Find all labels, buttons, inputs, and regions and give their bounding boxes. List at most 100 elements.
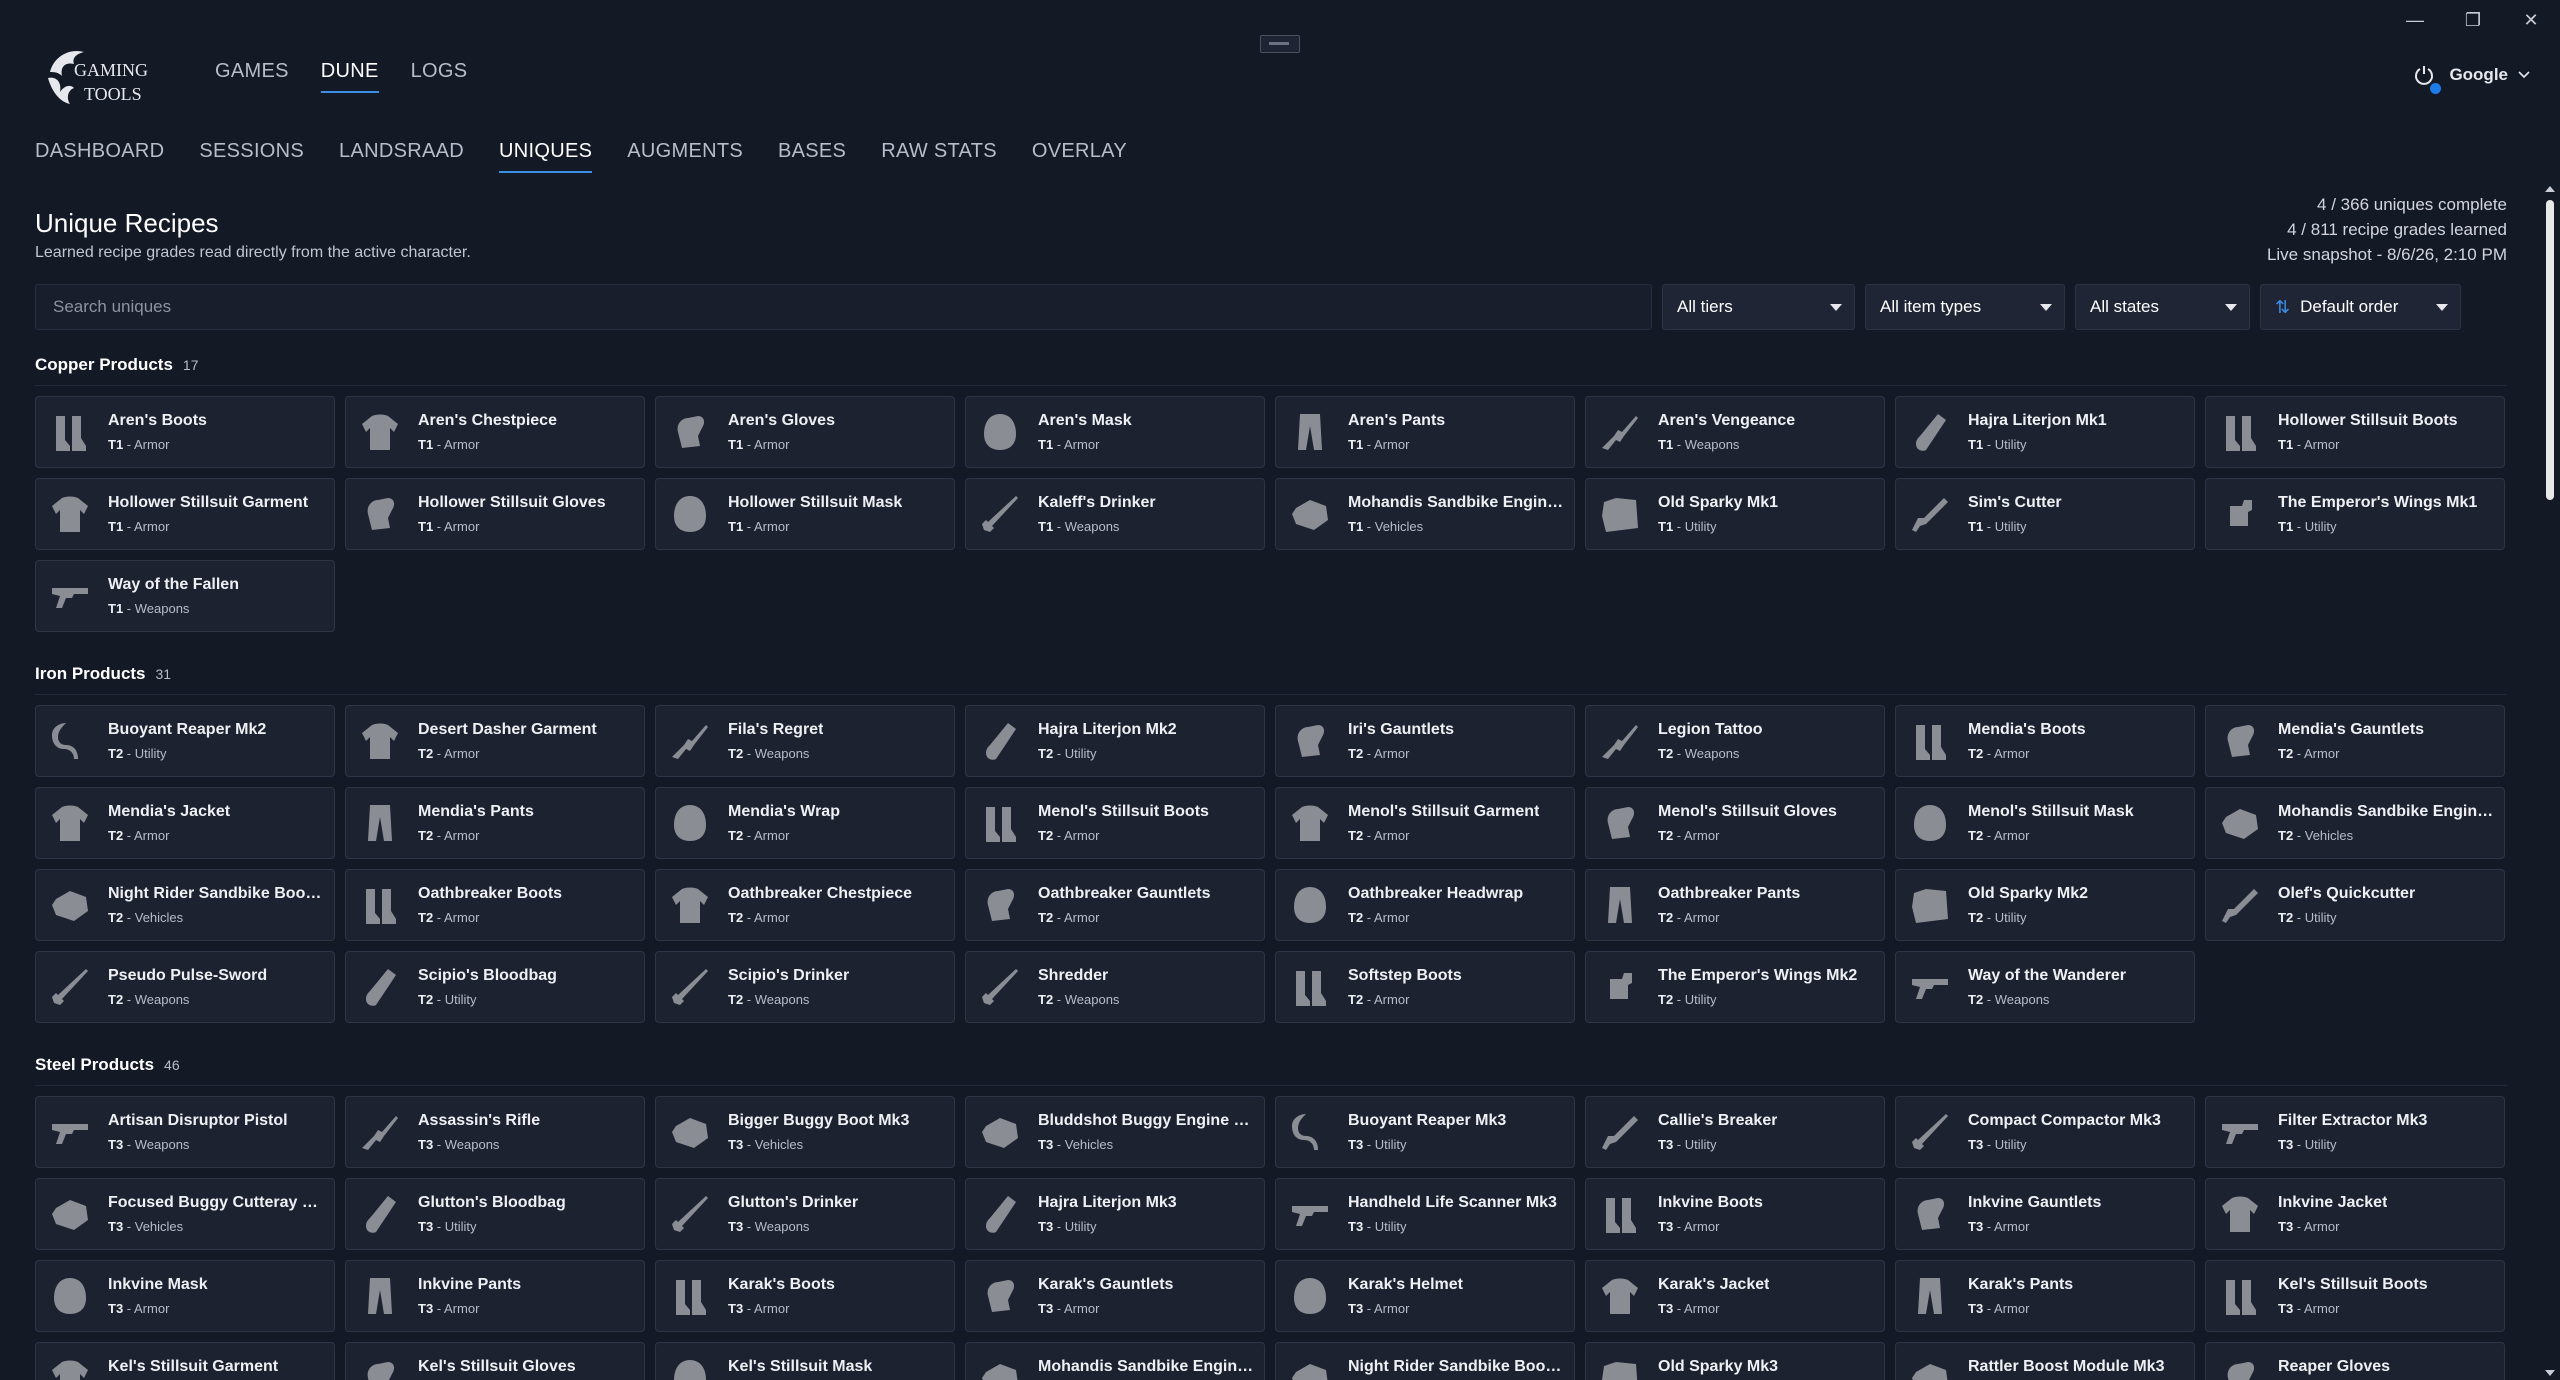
recipe-card[interactable]: Hajra Literjon Mk2 T2 - Utility (965, 705, 1265, 777)
recipe-card[interactable]: Reaper GlovesT3 - Armor (2205, 1342, 2505, 1380)
tab-bases[interactable]: BASES (778, 140, 846, 173)
recipe-card[interactable]: Inkvine Pants T3 - Armor (345, 1260, 645, 1332)
recipe-card[interactable]: Fila's Regret T2 - Weapons (655, 705, 955, 777)
recipe-card[interactable]: Oathbreaker Chestpiece T2 - Armor (655, 869, 955, 941)
item-type-select[interactable]: All item types (1865, 284, 2065, 330)
recipe-card[interactable]: Old Sparky Mk3T3 - Utility (1585, 1342, 1885, 1380)
drag-handle-icon[interactable] (1260, 35, 1300, 53)
recipe-card[interactable]: Aren's Pants T1 - Armor (1275, 396, 1575, 468)
recipe-card[interactable]: Way of the Fallen T1 - Weapons (35, 560, 335, 632)
recipe-card[interactable]: Oathbreaker Gauntlets T2 - Armor (965, 869, 1265, 941)
recipe-card[interactable]: Mendia's Wrap T2 - Armor (655, 787, 955, 859)
minimize-button[interactable]: — (2386, 0, 2444, 40)
recipe-card[interactable]: Menol's Stillsuit Gloves T2 - Armor (1585, 787, 1885, 859)
recipe-card[interactable]: Iri's Gauntlets T2 - Armor (1275, 705, 1575, 777)
recipe-card[interactable]: Menol's Stillsuit Garment T2 - Armor (1275, 787, 1575, 859)
recipe-card[interactable]: Handheld Life Scanner Mk3 T3 - Utility (1275, 1178, 1575, 1250)
recipe-card[interactable]: Menol's Stillsuit Boots T2 - Armor (965, 787, 1265, 859)
recipe-card[interactable]: Mohandis Sandbike Engine ... T2 - Vehicle… (2205, 787, 2505, 859)
scrollbar-thumb[interactable] (2546, 200, 2554, 500)
recipe-card[interactable]: Shredder T2 - Weapons (965, 951, 1265, 1023)
recipe-card[interactable]: Glutton's Bloodbag T3 - Utility (345, 1178, 645, 1250)
restore-button[interactable]: ❐ (2444, 0, 2502, 40)
scroll-down-icon[interactable] (2545, 1370, 2555, 1376)
recipe-card[interactable]: Night Rider Sandbike Boost...T3 - Vehicl… (1275, 1342, 1575, 1380)
recipe-card[interactable]: Hollower Stillsuit Garment T1 - Armor (35, 478, 335, 550)
recipe-card[interactable]: Olef's Quickcutter T2 - Utility (2205, 869, 2505, 941)
recipe-card[interactable]: Mendia's Pants T2 - Armor (345, 787, 645, 859)
recipe-card[interactable]: Karak's Pants T3 - Armor (1895, 1260, 2195, 1332)
state-select[interactable]: All states (2075, 284, 2250, 330)
recipe-card[interactable]: Rattler Boost Module Mk3T3 - Vehicles (1895, 1342, 2195, 1380)
tab-augments[interactable]: AUGMENTS (627, 140, 743, 173)
recipe-card[interactable]: Buoyant Reaper Mk2 T2 - Utility (35, 705, 335, 777)
recipe-card[interactable]: Assassin's Rifle T3 - Weapons (345, 1096, 645, 1168)
recipe-card[interactable]: Karak's Jacket T3 - Armor (1585, 1260, 1885, 1332)
recipe-card[interactable]: Inkvine Boots T3 - Armor (1585, 1178, 1885, 1250)
recipe-card[interactable]: Bluddshot Buggy Engine M... T3 - Vehicles (965, 1096, 1265, 1168)
recipe-card[interactable]: Glutton's Drinker T3 - Weapons (655, 1178, 955, 1250)
recipe-card[interactable]: Mendia's Jacket T2 - Armor (35, 787, 335, 859)
recipe-card[interactable]: Old Sparky Mk2 T2 - Utility (1895, 869, 2195, 941)
recipe-card[interactable]: Focused Buggy Cutteray Mk3 T3 - Vehicles (35, 1178, 335, 1250)
gaming-tools-logo[interactable]: GAMING TOOLS (44, 42, 162, 110)
recipe-card[interactable]: Aren's Chestpiece T1 - Armor (345, 396, 645, 468)
recipe-card[interactable]: Bigger Buggy Boot Mk3 T3 - Vehicles (655, 1096, 955, 1168)
recipe-card[interactable]: Kel's Stillsuit GlovesT3 - Armor (345, 1342, 645, 1380)
recipe-card[interactable]: Oathbreaker Boots T2 - Armor (345, 869, 645, 941)
tier-select[interactable]: All tiers (1662, 284, 1855, 330)
recipe-card[interactable]: Karak's Gauntlets T3 - Armor (965, 1260, 1265, 1332)
recipe-card[interactable]: Oathbreaker Headwrap T2 - Armor (1275, 869, 1575, 941)
tab-overlay[interactable]: OVERLAY (1032, 140, 1127, 173)
power-icon[interactable] (2413, 64, 2442, 94)
recipe-card[interactable]: Hajra Literjon Mk3 T3 - Utility (965, 1178, 1265, 1250)
recipe-card[interactable]: Night Rider Sandbike Boost... T2 - Vehicl… (35, 869, 335, 941)
recipe-card[interactable]: Mohandis Sandbike Engine ...T3 - Vehicle… (965, 1342, 1265, 1380)
recipe-card[interactable]: Scipio's Drinker T2 - Weapons (655, 951, 955, 1023)
recipe-card[interactable]: Sim's Cutter T1 - Utility (1895, 478, 2195, 550)
recipe-card[interactable]: Inkvine Gauntlets T3 - Armor (1895, 1178, 2195, 1250)
recipe-card[interactable]: Kel's Stillsuit GarmentT3 - Armor (35, 1342, 335, 1380)
recipe-card[interactable]: Hollower Stillsuit Gloves T1 - Armor (345, 478, 645, 550)
recipe-card[interactable]: Aren's Vengeance T1 - Weapons (1585, 396, 1885, 468)
recipe-card[interactable]: Kel's Stillsuit Boots T3 - Armor (2205, 1260, 2505, 1332)
recipe-card[interactable]: Mendia's Gauntlets T2 - Armor (2205, 705, 2505, 777)
recipe-card[interactable]: Mendia's Boots T2 - Armor (1895, 705, 2195, 777)
recipe-card[interactable]: Kaleff's Drinker T1 - Weapons (965, 478, 1265, 550)
scroll-up-icon[interactable] (2545, 186, 2555, 192)
top-nav-logs[interactable]: LOGS (411, 60, 468, 93)
recipe-card[interactable]: Desert Dasher Garment T2 - Armor (345, 705, 645, 777)
recipe-card[interactable]: Hajra Literjon Mk1 T1 - Utility (1895, 396, 2195, 468)
recipe-card[interactable]: Oathbreaker Pants T2 - Armor (1585, 869, 1885, 941)
recipe-card[interactable]: Buoyant Reaper Mk3 T3 - Utility (1275, 1096, 1575, 1168)
recipe-card[interactable]: Scipio's Bloodbag T2 - Utility (345, 951, 645, 1023)
recipe-card[interactable]: Inkvine Mask T3 - Armor (35, 1260, 335, 1332)
recipe-card[interactable]: Mohandis Sandbike Engine ... T1 - Vehicle… (1275, 478, 1575, 550)
recipe-card[interactable]: Softstep Boots T2 - Armor (1275, 951, 1575, 1023)
recipe-card[interactable]: Artisan Disruptor Pistol T3 - Weapons (35, 1096, 335, 1168)
recipe-card[interactable]: The Emperor's Wings Mk1 T1 - Utility (2205, 478, 2505, 550)
recipe-card[interactable]: Old Sparky Mk1 T1 - Utility (1585, 478, 1885, 550)
recipe-card[interactable]: Filter Extractor Mk3 T3 - Utility (2205, 1096, 2505, 1168)
search-input[interactable] (51, 296, 1651, 318)
account-menu[interactable]: Google (2449, 65, 2530, 85)
tab-uniques[interactable]: UNIQUES (499, 140, 593, 173)
recipe-card[interactable]: Hollower Stillsuit Boots T1 - Armor (2205, 396, 2505, 468)
tab-raw-stats[interactable]: RAW STATS (881, 140, 997, 173)
tab-landsraad[interactable]: LANDSRAAD (339, 140, 464, 173)
tab-sessions[interactable]: SESSIONS (199, 140, 304, 173)
recipe-card[interactable]: Kel's Stillsuit MaskT3 - Armor (655, 1342, 955, 1380)
scrollbar[interactable] (2540, 186, 2560, 1380)
recipe-card[interactable]: Compact Compactor Mk3 T3 - Utility (1895, 1096, 2195, 1168)
recipe-card[interactable]: Aren's Boots T1 - Armor (35, 396, 335, 468)
recipe-card[interactable]: Legion Tattoo T2 - Weapons (1585, 705, 1885, 777)
recipe-card[interactable]: Pseudo Pulse-Sword T2 - Weapons (35, 951, 335, 1023)
recipe-card[interactable]: Way of the Wanderer T2 - Weapons (1895, 951, 2195, 1023)
top-nav-dune[interactable]: DUNE (320, 60, 379, 93)
recipe-card[interactable]: Menol's Stillsuit Mask T2 - Armor (1895, 787, 2195, 859)
close-button[interactable]: ✕ (2502, 0, 2560, 40)
recipe-card[interactable]: Karak's Helmet T3 - Armor (1275, 1260, 1575, 1332)
recipe-card[interactable]: Karak's Boots T3 - Armor (655, 1260, 955, 1332)
recipe-card[interactable]: Hollower Stillsuit Mask T1 - Armor (655, 478, 955, 550)
recipe-card[interactable]: Inkvine Jacket T3 - Armor (2205, 1178, 2505, 1250)
